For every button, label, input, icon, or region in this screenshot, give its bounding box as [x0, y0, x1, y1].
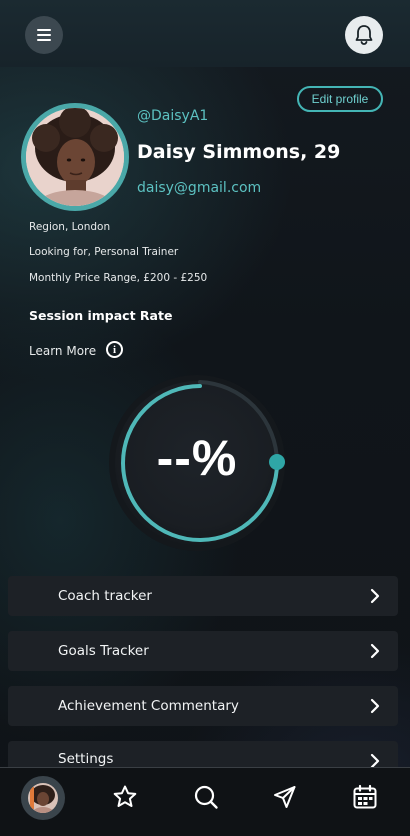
bell-icon — [355, 25, 373, 45]
menu-row-goals-tracker[interactable]: Goals Tracker — [8, 631, 398, 671]
profile-looking-for: Looking for, Personal Trainer — [29, 246, 179, 258]
notifications-button[interactable] — [345, 16, 383, 54]
profile-email: daisy@gmail.com — [137, 180, 262, 196]
profile-handle: @DaisyA1 — [137, 108, 209, 124]
search-icon[interactable] — [193, 784, 219, 810]
bottom-navigation — [0, 767, 410, 836]
session-impact-title: Session impact Rate — [29, 308, 173, 323]
chevron-right-icon — [370, 643, 380, 659]
send-icon[interactable] — [272, 784, 298, 810]
menu-button[interactable] — [25, 16, 63, 54]
edit-profile-button[interactable]: Edit profile — [297, 86, 383, 112]
menu-row-label: Goals Tracker — [58, 643, 149, 659]
hamburger-menu-icon — [37, 29, 51, 41]
learn-more-link[interactable]: Learn More — [29, 344, 96, 358]
chevron-right-icon — [370, 698, 380, 714]
avatar-portrait-illustration — [26, 108, 124, 206]
star-icon[interactable] — [112, 784, 138, 810]
calendar-icon[interactable] — [352, 784, 378, 810]
profile-region: Region, London — [29, 221, 111, 233]
menu-row-label: Coach tracker — [58, 588, 152, 604]
info-icon[interactable]: i — [106, 341, 123, 358]
menu-row-achievement-commentary[interactable]: Achievement Commentary — [8, 686, 398, 726]
profile-avatar — [26, 108, 124, 206]
nav-avatar-image — [28, 783, 58, 813]
profile-price-range: Monthly Price Range, £200 - £250 — [29, 272, 208, 284]
menu-row-label: Achievement Commentary — [58, 698, 239, 714]
profile-name: Daisy Simmons, 29 — [137, 141, 341, 163]
menu-row-coach-tracker[interactable]: Coach tracker — [8, 576, 398, 616]
impact-gauge: --% — [104, 370, 290, 556]
profile-avatar-ring[interactable] — [21, 103, 129, 211]
chevron-right-icon — [370, 588, 380, 604]
impact-value: --% — [156, 430, 238, 486]
nav-profile-avatar[interactable] — [21, 776, 65, 820]
menu-row-label: Settings — [58, 751, 114, 767]
